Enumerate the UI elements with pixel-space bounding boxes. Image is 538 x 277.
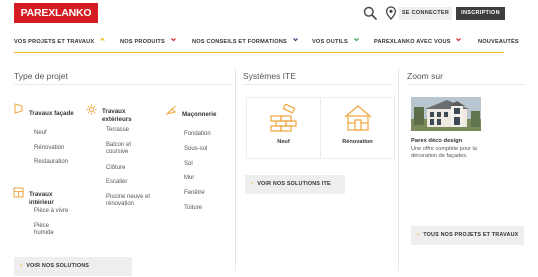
subcategory-link[interactable]: Rénovation <box>34 145 64 152</box>
chevron-right-icon: › <box>251 181 254 187</box>
ite-tile-neuf[interactable]: Neuf <box>246 97 321 159</box>
category-travaux-interieur[interactable]: Travaux intérieur <box>29 191 75 206</box>
signup-button[interactable]: INSCRIPTION <box>456 7 505 20</box>
nav-item-parexlanko-avec-vous[interactable]: PAREXLANKO AVEC VOUS <box>374 35 462 49</box>
nav-item-label: NOUVEAUTÉS <box>478 39 519 45</box>
chevron-down-icon <box>292 38 298 42</box>
subcategory-link[interactable]: Restauration <box>34 159 68 166</box>
subcategory-link[interactable]: Terrasse <box>106 127 129 134</box>
house-photo <box>411 97 481 131</box>
cta-label: VOIR NOS SOLUTIONS ITE <box>257 181 331 187</box>
column-divider <box>398 68 399 271</box>
divider <box>14 84 232 85</box>
brick-wall-icon <box>270 104 297 132</box>
systemes-ite-title: Systèmes ITE <box>243 71 296 81</box>
window-icon <box>13 187 24 198</box>
trowel-icon <box>166 105 176 115</box>
nav-item-projets-travaux[interactable]: VOS PROJETS ET TRAVAUX <box>14 35 106 49</box>
subcategory-link[interactable]: Mur <box>184 175 194 182</box>
cta-label: VOIR NOS SOLUTIONS <box>26 263 90 269</box>
nav-item-conseils-formations[interactable]: NOS CONSEILS ET FORMATIONS <box>192 35 298 49</box>
divider <box>407 84 525 85</box>
divider <box>243 84 393 85</box>
category-maconnerie[interactable]: Maçonnerie <box>182 111 216 119</box>
category-travaux-facade[interactable]: Travaux façade <box>29 110 79 118</box>
subcategory-link[interactable]: Pièce humide <box>34 223 64 238</box>
nav-item-produits[interactable]: NOS PRODUITS <box>120 35 176 49</box>
voir-solutions-button[interactable]: › VOIR NOS SOLUTIONS <box>14 257 132 276</box>
chevron-right-icon: › <box>417 232 420 238</box>
subcategory-link[interactable]: Sol <box>184 161 193 168</box>
search-icon[interactable] <box>363 6 377 20</box>
location-pin-icon[interactable] <box>384 6 398 20</box>
chevron-down-icon <box>353 38 359 42</box>
subcategory-link[interactable]: Clôture <box>106 165 125 172</box>
zoom-article-text: Une offre complète pour la décoration de… <box>411 146 477 160</box>
login-button[interactable]: SE CONNECTER <box>399 7 452 20</box>
nav-item-nouveautes[interactable]: NOUVEAUTÉS <box>478 35 519 49</box>
subcategory-link[interactable]: Neuf <box>34 130 47 137</box>
sun-icon <box>86 104 97 115</box>
column-divider <box>235 68 236 271</box>
zoom-sur-title: Zoom sur <box>407 71 443 81</box>
nav-active-underline <box>14 52 504 53</box>
nav-item-label: PAREXLANKO AVEC VOUS <box>374 39 451 45</box>
ite-tile-renovation[interactable]: Rénovation <box>320 97 395 159</box>
subcategory-link[interactable]: Balcon et coursive <box>106 142 148 157</box>
subcategory-link[interactable]: Pièce à vivre <box>34 208 68 215</box>
zoom-article-image[interactable] <box>411 97 481 131</box>
nav-item-label: VOS OUTILS <box>312 39 348 45</box>
subcategory-link[interactable]: Fondation <box>184 131 211 138</box>
chevron-down-icon <box>170 38 176 42</box>
nav-item-outils[interactable]: VOS OUTILS <box>312 35 359 49</box>
facade-icon <box>14 103 23 114</box>
house-icon <box>344 105 372 131</box>
type-projet-title: Type de projet <box>14 71 68 81</box>
zoom-article-title[interactable]: Parex déco design <box>411 138 462 144</box>
nav-item-label: NOS PRODUITS <box>120 39 165 45</box>
chevron-down-icon <box>456 38 462 42</box>
subcategory-link[interactable]: Escalier <box>106 179 127 186</box>
nav-item-label: NOS CONSEILS ET FORMATIONS <box>192 39 287 45</box>
voir-solutions-ite-button[interactable]: › VOIR NOS SOLUTIONS ITE <box>245 175 345 194</box>
parexlanko-logo[interactable]: PAREXLANKO <box>14 3 98 23</box>
nav-item-label: VOS PROJETS ET TRAVAUX <box>14 39 95 45</box>
subcategory-link[interactable]: Toiture <box>184 205 202 212</box>
tous-projets-travaux-button[interactable]: › TOUS NOS PROJETS ET TRAVAUX <box>411 226 524 245</box>
tile-label: Neuf <box>277 139 290 145</box>
category-travaux-exterieurs[interactable]: Travaux extérieurs <box>102 108 148 123</box>
cta-label: TOUS NOS PROJETS ET TRAVAUX <box>423 232 519 238</box>
chevron-right-icon: › <box>20 263 23 269</box>
subcategory-link[interactable]: Piscine neuve et rénovation <box>106 194 156 209</box>
subcategory-link[interactable]: Sous-sol <box>184 146 207 153</box>
tile-label: Rénovation <box>342 139 373 145</box>
chevron-up-icon <box>100 37 106 41</box>
subcategory-link[interactable]: Fenêtre <box>184 190 205 197</box>
